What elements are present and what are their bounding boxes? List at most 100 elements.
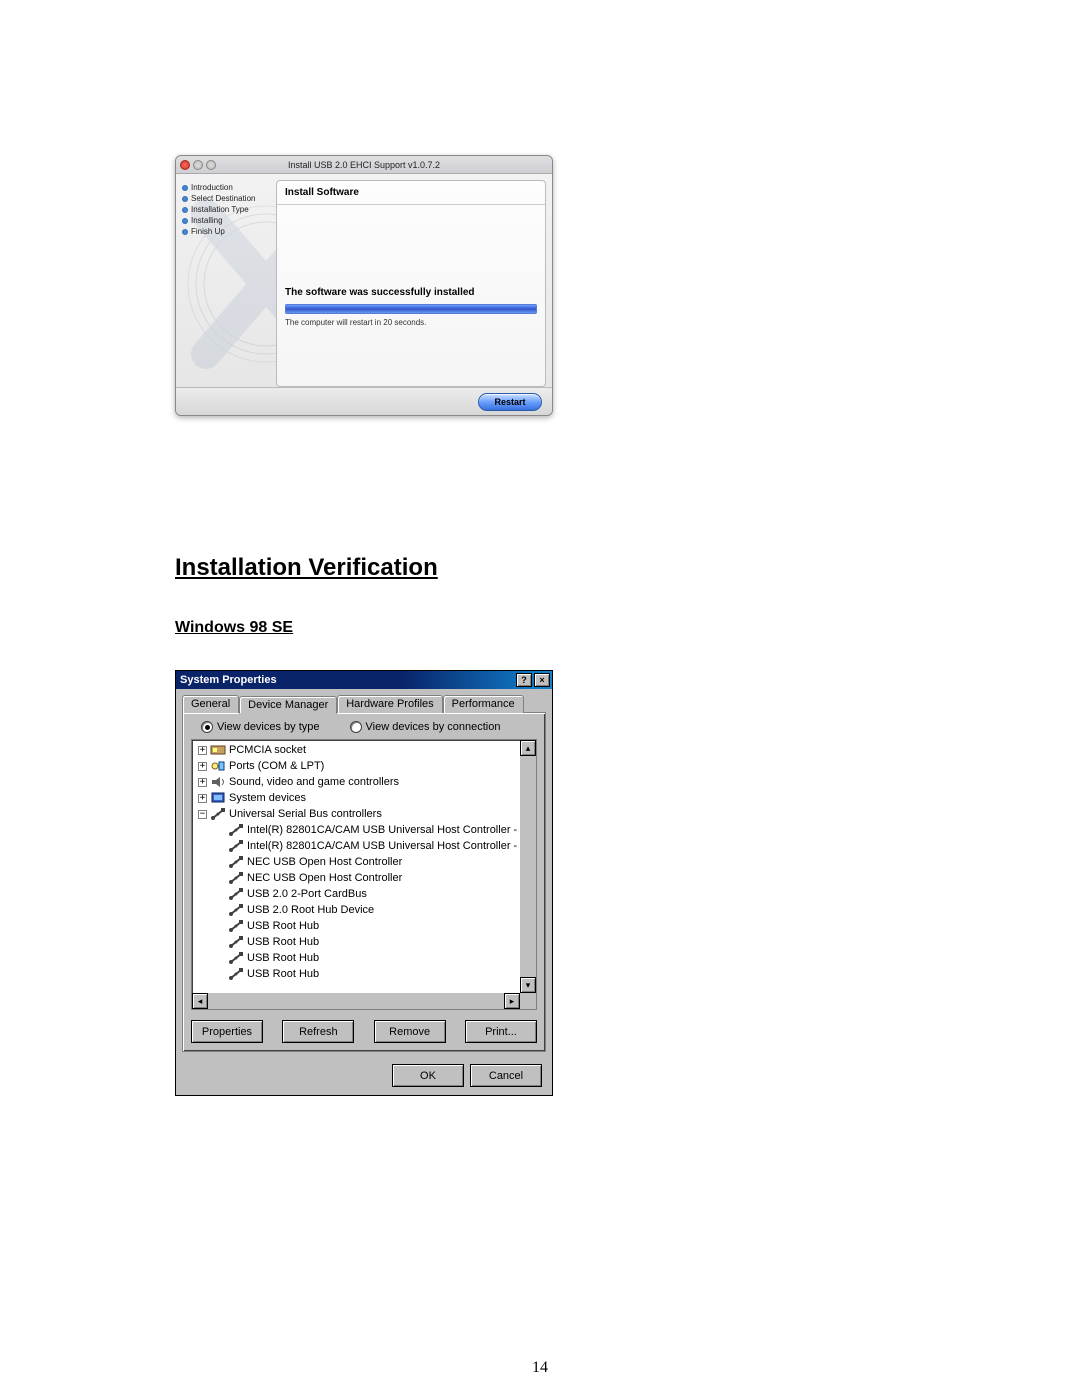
tree-row[interactable]: Intel(R) 82801CA/CAM USB Universal Host … [196, 822, 533, 838]
tree-row[interactable]: Intel(R) 82801CA/CAM USB Universal Host … [196, 838, 533, 854]
tree-item-label: USB Root Hub [247, 952, 319, 964]
win-titlebar: System Properties ? × [176, 671, 552, 689]
tree-row[interactable]: NEC USB Open Host Controller [196, 854, 533, 870]
usb-icon [228, 855, 244, 869]
tree-row[interactable]: USB 2.0 2-Port CardBus [196, 886, 533, 902]
tree-item-label: PCMCIA socket [229, 744, 306, 756]
tree-row[interactable]: +Sound, video and game controllers [196, 774, 533, 790]
close-button[interactable]: × [534, 673, 550, 687]
tab-device-manager[interactable]: Device Manager [239, 696, 337, 714]
bullet-icon [182, 229, 188, 235]
help-button[interactable]: ? [516, 673, 532, 687]
tree-row[interactable]: + PCMCIA socket [196, 742, 533, 758]
usb-icon [228, 903, 244, 917]
step-installing: Installing [182, 216, 270, 225]
section-heading: Installation Verification [175, 554, 438, 582]
mac-sidebar: Introduction Select Destination Installa… [176, 174, 276, 387]
vertical-scrollbar[interactable]: ▴ ▾ [520, 740, 536, 993]
titlebar-buttons: ? × [516, 673, 550, 687]
step-select-destination: Select Destination [182, 194, 270, 203]
tree-item-label: Universal Serial Bus controllers [229, 808, 382, 820]
tree-item-label: Intel(R) 82801CA/CAM USB Universal Host … [247, 840, 533, 852]
tab-performance[interactable]: Performance [443, 695, 524, 713]
horizontal-scrollbar[interactable]: ◂ ▸ [192, 993, 520, 1009]
tree-item-label: USB Root Hub [247, 936, 319, 948]
mac-installer-window: Install USB 2.0 EHCI Support v1.0.7.2 In… [175, 155, 553, 416]
progress-bar [285, 304, 537, 314]
ok-button[interactable]: OK [392, 1064, 464, 1087]
scroll-up-button[interactable]: ▴ [520, 740, 536, 756]
expander-icon[interactable]: + [198, 778, 207, 787]
remove-button[interactable]: Remove [374, 1020, 446, 1043]
radio-icon [350, 721, 362, 733]
tree-item-label: System devices [229, 792, 306, 804]
win-title-text: System Properties [180, 674, 277, 686]
usb-icon [210, 807, 226, 821]
tree-row[interactable]: + System devices [196, 790, 533, 806]
refresh-button[interactable]: Refresh [282, 1020, 354, 1043]
expander-icon[interactable]: + [198, 746, 207, 755]
usb-icon [228, 823, 244, 837]
tabs: General Device Manager Hardware Profiles… [182, 695, 546, 713]
tree-item-label: USB 2.0 2-Port CardBus [247, 888, 367, 900]
device-tree-container: + PCMCIA socket +Ports (COM & LPT)+Sound, … [191, 739, 537, 1010]
mac-content-header: Install Software [277, 181, 545, 205]
tree-row[interactable]: +Ports (COM & LPT) [196, 758, 533, 774]
mac-footer: Restart [176, 387, 552, 415]
expander-icon[interactable]: + [198, 794, 207, 803]
tree-item-label: USB Root Hub [247, 920, 319, 932]
tree-item-label: Intel(R) 82801CA/CAM USB Universal Host … [247, 824, 533, 836]
scroll-left-button[interactable]: ◂ [192, 993, 208, 1009]
usb-icon [228, 871, 244, 885]
tree-item-label: USB Root Hub [247, 968, 319, 980]
bullet-icon [182, 218, 188, 224]
usb-icon [228, 935, 244, 949]
radio-by-connection[interactable]: View devices by connection [350, 721, 501, 733]
tree-item-label: NEC USB Open Host Controller [247, 856, 402, 868]
tree-row[interactable]: USB Root Hub [196, 966, 533, 982]
radio-icon [201, 721, 213, 733]
usb-icon [228, 887, 244, 901]
system-properties-dialog: System Properties ? × General Device Man… [175, 670, 553, 1096]
tree-row[interactable]: USB Root Hub [196, 918, 533, 934]
sound-icon [210, 775, 226, 789]
bullet-icon [182, 207, 188, 213]
mac-window-title: Install USB 2.0 EHCI Support v1.0.7.2 [176, 160, 552, 170]
tree-row[interactable]: USB Root Hub [196, 950, 533, 966]
expander-icon[interactable]: + [198, 762, 207, 771]
usb-icon [228, 839, 244, 853]
scroll-right-button[interactable]: ▸ [504, 993, 520, 1009]
restart-countdown-text: The computer will restart in 20 seconds. [277, 316, 545, 329]
print-button[interactable]: Print... [465, 1020, 537, 1043]
tree-row[interactable]: USB Root Hub [196, 934, 533, 950]
tab-hardware-profiles[interactable]: Hardware Profiles [337, 695, 442, 713]
install-success-text: The software was successfully installed [277, 283, 545, 302]
device-tree[interactable]: + PCMCIA socket +Ports (COM & LPT)+Sound, … [196, 742, 533, 982]
restart-button[interactable]: Restart [478, 393, 542, 411]
page-number: 14 [0, 1359, 1080, 1377]
tree-row[interactable]: USB 2.0 Root Hub Device [196, 902, 533, 918]
bullet-icon [182, 185, 188, 191]
cancel-button[interactable]: Cancel [470, 1064, 542, 1087]
view-mode-row: View devices by type View devices by con… [191, 721, 537, 733]
step-installation-type: Installation Type [182, 205, 270, 214]
device-manager-pane: View devices by type View devices by con… [182, 712, 546, 1052]
bullet-icon [182, 196, 188, 202]
pcmcia-icon [210, 743, 226, 757]
scroll-corner [520, 993, 536, 1009]
subsection-heading: Windows 98 SE [175, 619, 293, 637]
usb-icon [228, 967, 244, 981]
mac-titlebar: Install USB 2.0 EHCI Support v1.0.7.2 [176, 156, 552, 174]
mac-content-panel: Install Software The software was succes… [276, 180, 546, 387]
tree-row[interactable]: NEC USB Open Host Controller [196, 870, 533, 886]
tree-row[interactable]: − Universal Serial Bus controllers [196, 806, 533, 822]
tab-general[interactable]: General [182, 695, 239, 713]
step-finish-up: Finish Up [182, 227, 270, 236]
expander-icon[interactable]: − [198, 810, 207, 819]
port-icon [210, 759, 226, 773]
radio-by-type[interactable]: View devices by type [201, 721, 320, 733]
properties-button[interactable]: Properties [191, 1020, 263, 1043]
win-client-area: General Device Manager Hardware Profiles… [176, 689, 552, 1058]
scroll-down-button[interactable]: ▾ [520, 977, 536, 993]
action-button-row: Properties Refresh Remove Print... [191, 1020, 537, 1043]
